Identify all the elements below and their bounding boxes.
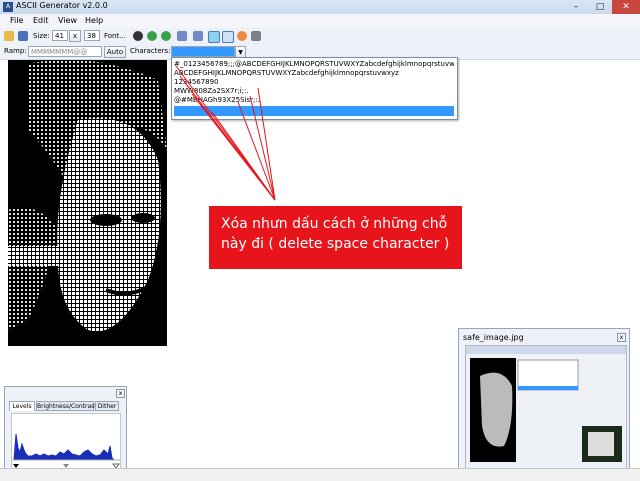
flip-horizontal-icon[interactable] <box>177 31 187 41</box>
color-icon[interactable] <box>237 31 247 41</box>
characters-dropdown-list: #_0123456789;;;@ABCDEFGHIJKLMNOPQRSTUVWX… <box>171 57 458 120</box>
ramp-label: Ramp: <box>4 47 27 55</box>
tab-brightness-contrast[interactable]: Brightness/Contrast <box>36 401 97 411</box>
close-button[interactable]: ✕ <box>612 0 640 14</box>
rotate-right-icon[interactable] <box>161 31 171 41</box>
text-view-icon[interactable] <box>222 31 234 43</box>
dropdown-option[interactable]: ABCDEFGHIJKLMNOPQRSTUVWXYZabcdefghijklmn… <box>174 69 454 78</box>
dropdown-option-selected[interactable] <box>174 106 454 116</box>
preview-image <box>465 345 627 469</box>
app-icon: A <box>3 2 13 12</box>
minimize-button[interactable]: – <box>564 0 588 14</box>
menu-file[interactable]: File <box>10 16 23 25</box>
preview-window: safe_image.jpg x <box>458 328 630 472</box>
title-bar: A ASCII Generator v2.0.0 – □ ✕ <box>0 0 640 15</box>
ascii-art-output <box>8 60 167 346</box>
open-folder-icon[interactable] <box>4 31 14 41</box>
menu-help[interactable]: Help <box>85 16 103 25</box>
dropdown-option[interactable]: MWW808Za2SX7r;i;:. <box>174 87 454 96</box>
invert-icon[interactable] <box>133 31 143 41</box>
levels-panel: x Levels Brightness/Contrast Dither <box>4 386 127 478</box>
width-input[interactable]: 41 <box>52 30 68 41</box>
menu-bar: File Edit View Help <box>0 14 640 28</box>
image-view-icon[interactable] <box>208 31 220 43</box>
menu-edit[interactable]: Edit <box>33 16 49 25</box>
auto-button[interactable]: Auto <box>104 46 126 58</box>
levels-histogram <box>11 413 121 471</box>
annotation-callout: Xóa nhưn dấu cách ở những chỗ này đi ( d… <box>209 206 462 269</box>
rotate-left-icon[interactable] <box>147 31 157 41</box>
menu-view[interactable]: View <box>58 16 77 25</box>
tab-dither[interactable]: Dither <box>95 401 119 411</box>
characters-label: Characters: <box>130 47 171 55</box>
preview-title: safe_image.jpg <box>463 333 524 342</box>
preview-close-button[interactable]: x <box>617 333 626 342</box>
maximize-button[interactable]: □ <box>588 0 612 14</box>
flip-vertical-icon[interactable] <box>193 31 203 41</box>
dropdown-option[interactable]: #_0123456789;;;@ABCDEFGHIJKLMNOPQRSTUVWX… <box>174 60 454 69</box>
window-title: ASCII Generator v2.0.0 <box>16 1 108 10</box>
ramp-input[interactable]: MMMMMMM@@ <box>28 46 102 57</box>
size-x-button[interactable]: x <box>69 30 81 42</box>
size-label: Size: <box>33 32 50 40</box>
toolbar: Size: 41 x 38 Font... <box>0 28 640 45</box>
height-input[interactable]: 38 <box>84 30 100 41</box>
dropdown-option[interactable]: 1234567890 <box>174 78 454 87</box>
characters-combobox[interactable] <box>171 46 235 57</box>
levels-close-button[interactable]: x <box>116 389 125 398</box>
settings-icon[interactable] <box>251 31 261 41</box>
status-bar <box>0 468 640 481</box>
dropdown-option[interactable]: @#MBHAGh93X25Sisr;:. <box>174 96 454 105</box>
tab-levels[interactable]: Levels <box>9 401 35 411</box>
save-icon[interactable] <box>18 31 28 41</box>
font-button[interactable]: Font... <box>104 30 126 42</box>
